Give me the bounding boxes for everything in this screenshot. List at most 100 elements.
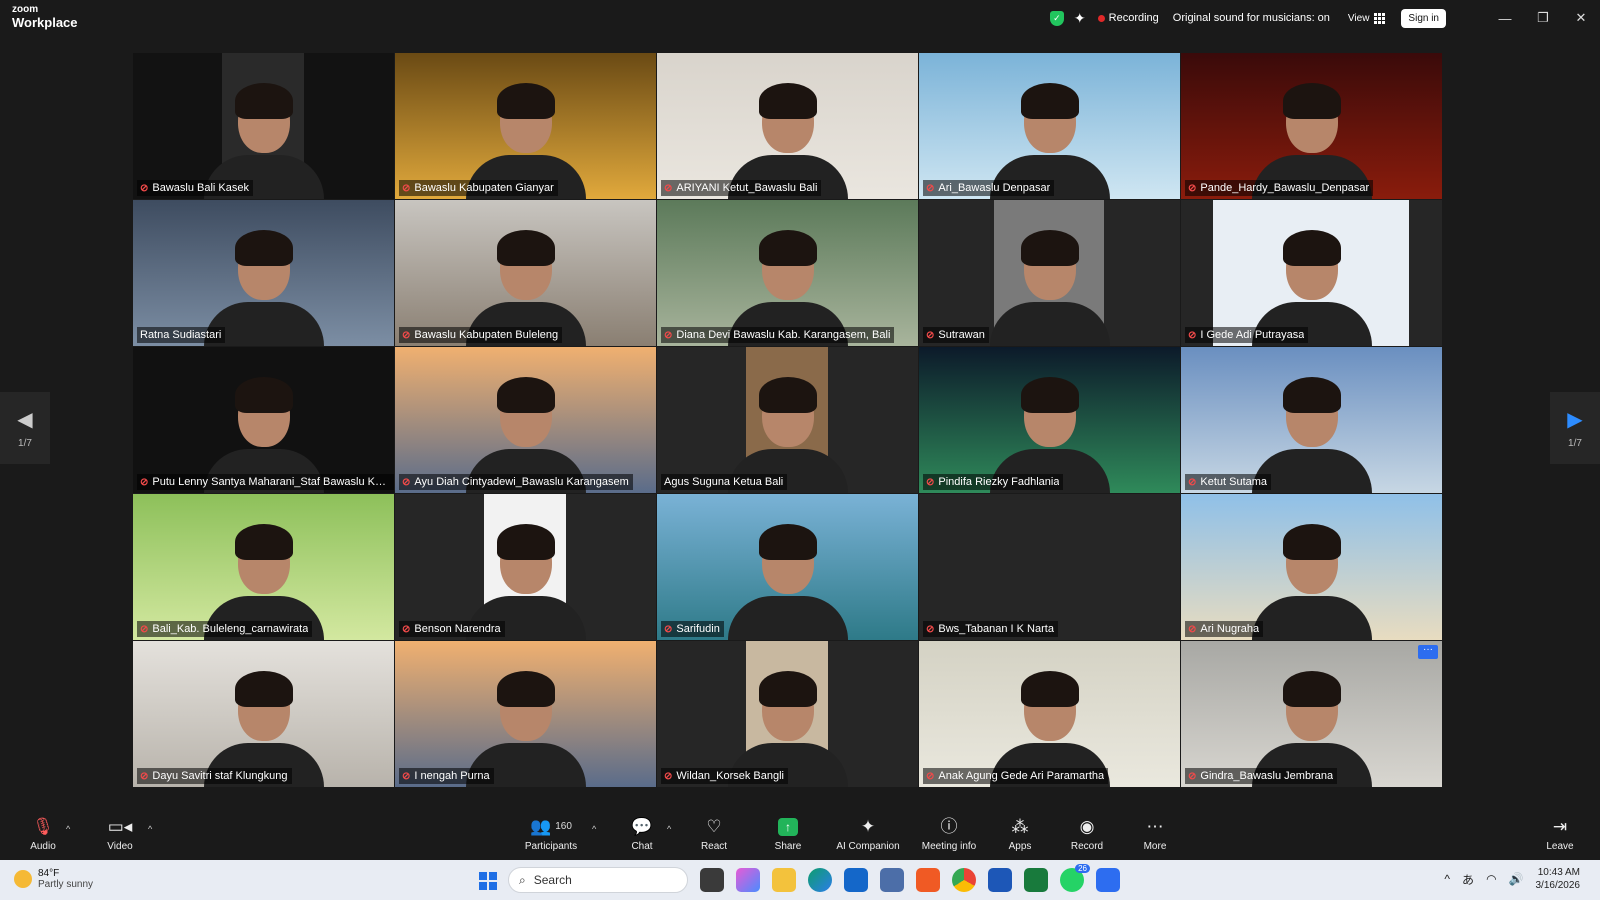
brave-browser-icon[interactable]: [916, 868, 940, 892]
excel-icon[interactable]: [1024, 868, 1048, 892]
weather-widget[interactable]: 84°F Partly sunny: [14, 868, 93, 890]
participant-video-tile[interactable]: ⊘ Sutrawan: [919, 200, 1180, 346]
participant-video-tile[interactable]: ⊘ Bws_Tabanan I K Narta: [919, 494, 1180, 640]
os-taskbar: 84°F Partly sunny ⌕ Search 26 ^ あ ◠ 🔊 10…: [0, 860, 1600, 900]
participant-video-tile[interactable]: ⊘ Diana Devi Bawaslu Kab. Karangasem, Bal…: [657, 200, 918, 346]
hair: [1282, 671, 1341, 707]
participant-name: ARIYANI Ketut_Bawaslu Bali: [676, 182, 818, 194]
taskbar-apps: 26: [700, 864, 1120, 892]
participant-video-tile[interactable]: ⊘ Ketut Sutama: [1181, 347, 1442, 493]
share-button[interactable]: ↑ Share: [753, 816, 823, 852]
previous-page-button[interactable]: ◀ 1/7: [0, 392, 50, 464]
video-button[interactable]: ▭◂ Video: [85, 816, 155, 852]
copilot-icon[interactable]: [736, 868, 760, 892]
sign-in-button[interactable]: Sign in: [1401, 8, 1446, 28]
mic-muted-icon: ⊘: [664, 182, 673, 194]
zoom-app-icon[interactable]: [1096, 868, 1120, 892]
participant-video-tile[interactable]: ⊘ Bali_Kab. Buleleng_carnawirata: [133, 494, 394, 640]
audio-options-caret-icon[interactable]: ^: [66, 824, 70, 834]
more-button[interactable]: ⋯ More: [1120, 816, 1190, 852]
participant-name: Pindifa Riezky Fadhlania: [938, 476, 1060, 488]
edge-browser-icon[interactable]: [808, 868, 832, 892]
recording-status[interactable]: Recording: [1109, 12, 1159, 24]
meeting-info-button[interactable]: ⓘ Meeting info: [911, 816, 987, 852]
participant-name: Pande_Hardy_Bawaslu_Denpasar: [1200, 182, 1370, 194]
audio-button[interactable]: 🎙 Audio: [8, 816, 78, 852]
word-icon[interactable]: [988, 868, 1012, 892]
outlook-icon[interactable]: [844, 868, 868, 892]
file-explorer-icon[interactable]: [772, 868, 796, 892]
participant-name: Ayu Diah Cintyadewi_Bawaslu Karangasem: [414, 476, 629, 488]
view-button[interactable]: View: [1348, 12, 1386, 24]
language-icon[interactable]: あ: [1462, 871, 1474, 888]
ai-companion-button[interactable]: ✦ AI Companion: [829, 816, 907, 852]
participant-video-tile[interactable]: ⊘ Sarifudin: [657, 494, 918, 640]
clock-time: 10:43 AM: [1537, 867, 1580, 878]
apps-button[interactable]: ⁂ Apps: [985, 816, 1055, 852]
participant-video-tile[interactable]: ⊘ Ari Nugraha: [1181, 494, 1442, 640]
store-icon[interactable]: [880, 868, 904, 892]
wifi-icon[interactable]: ◠: [1486, 872, 1496, 886]
hair: [234, 671, 293, 707]
clock[interactable]: 10:43 AM 3/16/2026: [1536, 866, 1581, 892]
participant-video-tile[interactable]: ⊘ ARIYANI Ketut_Bawaslu Bali: [657, 53, 918, 199]
participant-video-tile[interactable]: Agus Suguna Ketua Bali: [657, 347, 918, 493]
ai-sparkle-icon[interactable]: ✦: [1074, 10, 1086, 27]
participant-video-tile[interactable]: ⊘ Pande_Hardy_Bawaslu_Denpasar: [1181, 53, 1442, 199]
participant-video-tile[interactable]: ⊘ Benson Narendra: [395, 494, 656, 640]
whatsapp-icon[interactable]: 26: [1060, 864, 1090, 892]
minimize-icon[interactable]: —: [1486, 11, 1524, 26]
participant-name: Ketut Sutama: [1200, 476, 1268, 488]
participant-nameplate: ⊘ Sutrawan: [923, 327, 989, 343]
participant-video-tile[interactable]: ⊘ I nengah Purna: [395, 641, 656, 787]
shield-check-icon[interactable]: ✓: [1049, 10, 1064, 26]
chat-caret-icon[interactable]: ^: [667, 824, 671, 834]
apps-label: Apps: [1008, 841, 1032, 852]
volume-icon[interactable]: 🔊: [1509, 872, 1524, 886]
participant-nameplate: ⊘ Ketut Sutama: [1185, 474, 1272, 490]
hair: [758, 671, 817, 707]
participant-video-tile[interactable]: ⊘ Bawaslu Kabupaten Gianyar: [395, 53, 656, 199]
participant-video-tile[interactable]: ⊘ Ari_Bawaslu Denpasar: [919, 53, 1180, 199]
close-icon[interactable]: ✕: [1562, 10, 1600, 26]
zoom-logo: zoom Workplace: [12, 5, 78, 30]
participant-name: I Gede Adi Putrayasa: [1200, 329, 1305, 341]
leave-button[interactable]: ⇥ Leave: [1525, 816, 1595, 852]
participants-button[interactable]: 👥 160 Participants: [516, 816, 586, 852]
restore-icon[interactable]: ❐: [1524, 10, 1562, 26]
chat-button[interactable]: 💬 Chat: [607, 816, 677, 852]
participant-video-tile[interactable]: Ratna Sudiastari: [133, 200, 394, 346]
record-button[interactable]: ◉ Record: [1052, 816, 1122, 852]
react-label: React: [700, 841, 728, 852]
participant-video-tile[interactable]: ⊘ Dayu Savitri staf Klungkung: [133, 641, 394, 787]
taskbar-search[interactable]: ⌕ Search: [508, 867, 688, 893]
participant-video-tile[interactable]: ⊘ Bawaslu Bali Kasek: [133, 53, 394, 199]
hair: [496, 524, 555, 560]
participant-video-tile[interactable]: ⊘ Gindra_Bawaslu Jembrana ···: [1181, 641, 1442, 787]
participant-video-tile[interactable]: ⊘ Putu Lenny Santya Maharani_Staf Bawaslu…: [133, 347, 394, 493]
audio-label: Audio: [30, 841, 56, 852]
participant-video-tile[interactable]: ⊘ Ayu Diah Cintyadewi_Bawaslu Karangasem: [395, 347, 656, 493]
original-sound-status[interactable]: Original sound for musicians: on: [1173, 12, 1330, 24]
hair: [758, 230, 817, 266]
windows-start-icon[interactable]: [479, 872, 497, 890]
chrome-icon[interactable]: [952, 868, 976, 892]
video-camera-icon: ▭◂: [107, 817, 133, 836]
participant-video-tile[interactable]: ⊘ Wildan_Korsek Bangli: [657, 641, 918, 787]
video-options-caret-icon[interactable]: ^: [148, 824, 152, 834]
participant-nameplate: ⊘ I Gede Adi Putrayasa: [1185, 327, 1309, 343]
react-button[interactable]: ♡ React: [679, 816, 749, 852]
participants-icon: 👥: [530, 817, 552, 836]
mic-muted-icon: ⊘: [402, 623, 411, 635]
participant-video-tile[interactable]: ⊘ I Gede Adi Putrayasa: [1181, 200, 1442, 346]
more-label: More: [1143, 841, 1167, 852]
participant-video-tile[interactable]: ⊘ Anak Agung Gede Ari Paramartha: [919, 641, 1180, 787]
hair: [234, 230, 293, 266]
task-view-icon[interactable]: [700, 868, 724, 892]
next-page-button[interactable]: ▶ 1/7: [1550, 392, 1600, 464]
participants-caret-icon[interactable]: ^: [592, 824, 596, 834]
participant-video-tile[interactable]: ⊘ Bawaslu Kabupaten Buleleng: [395, 200, 656, 346]
tile-options-icon[interactable]: ···: [1418, 645, 1438, 659]
participant-video-tile[interactable]: ⊘ Pindifa Riezky Fadhlania: [919, 347, 1180, 493]
chevron-up-icon[interactable]: ^: [1444, 872, 1450, 886]
